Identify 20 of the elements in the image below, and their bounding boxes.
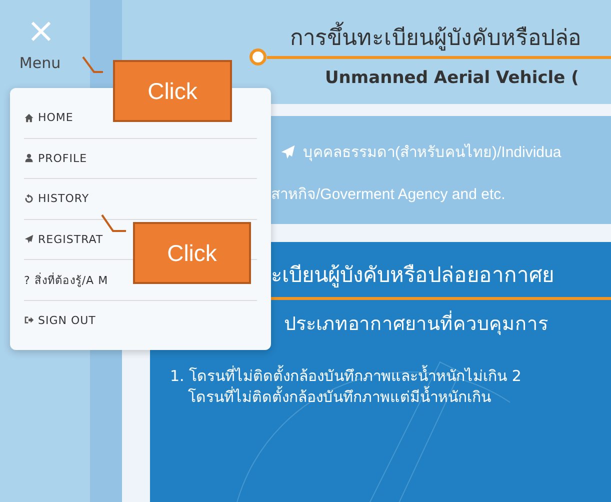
paper-plane-icon <box>24 234 34 244</box>
leader-line <box>101 214 127 234</box>
menu-item[interactable]: HISTORY <box>24 179 257 220</box>
info-title: ะเบียนผู้บังคับหรือปล่อยอากาศย <box>270 262 555 290</box>
info-text: โดรนที่ไม่ติดตั้งกล้องบันทึกภาพแต่มีน้ำหนักเกิน <box>187 387 492 408</box>
history-icon <box>24 194 34 204</box>
page-subtitle: Unmanned Aerial Vehicle ( <box>324 68 580 88</box>
person-icon <box>24 153 34 164</box>
info-subtitle: ประเภทอากาศยานที่ควบคุมการ <box>284 308 611 338</box>
menu-label[interactable]: Menu <box>19 54 61 72</box>
menu-item[interactable]: SIGN OUT <box>24 300 257 340</box>
home-icon <box>24 112 34 123</box>
click-tooltip: Click <box>113 60 232 122</box>
menu-item[interactable]: PROFILE <box>24 138 257 179</box>
info-text: 1. โดรนที่ไม่ติดตั้งกล้องบันทึกภาพและน้ำหนักไม่เกิน 2 <box>170 366 522 386</box>
timeline-dot-icon <box>249 48 267 66</box>
sign-out-icon <box>24 315 34 326</box>
leader-line <box>82 56 104 76</box>
click-tooltip: Click <box>133 222 251 284</box>
paper-plane-icon <box>279 144 297 160</box>
